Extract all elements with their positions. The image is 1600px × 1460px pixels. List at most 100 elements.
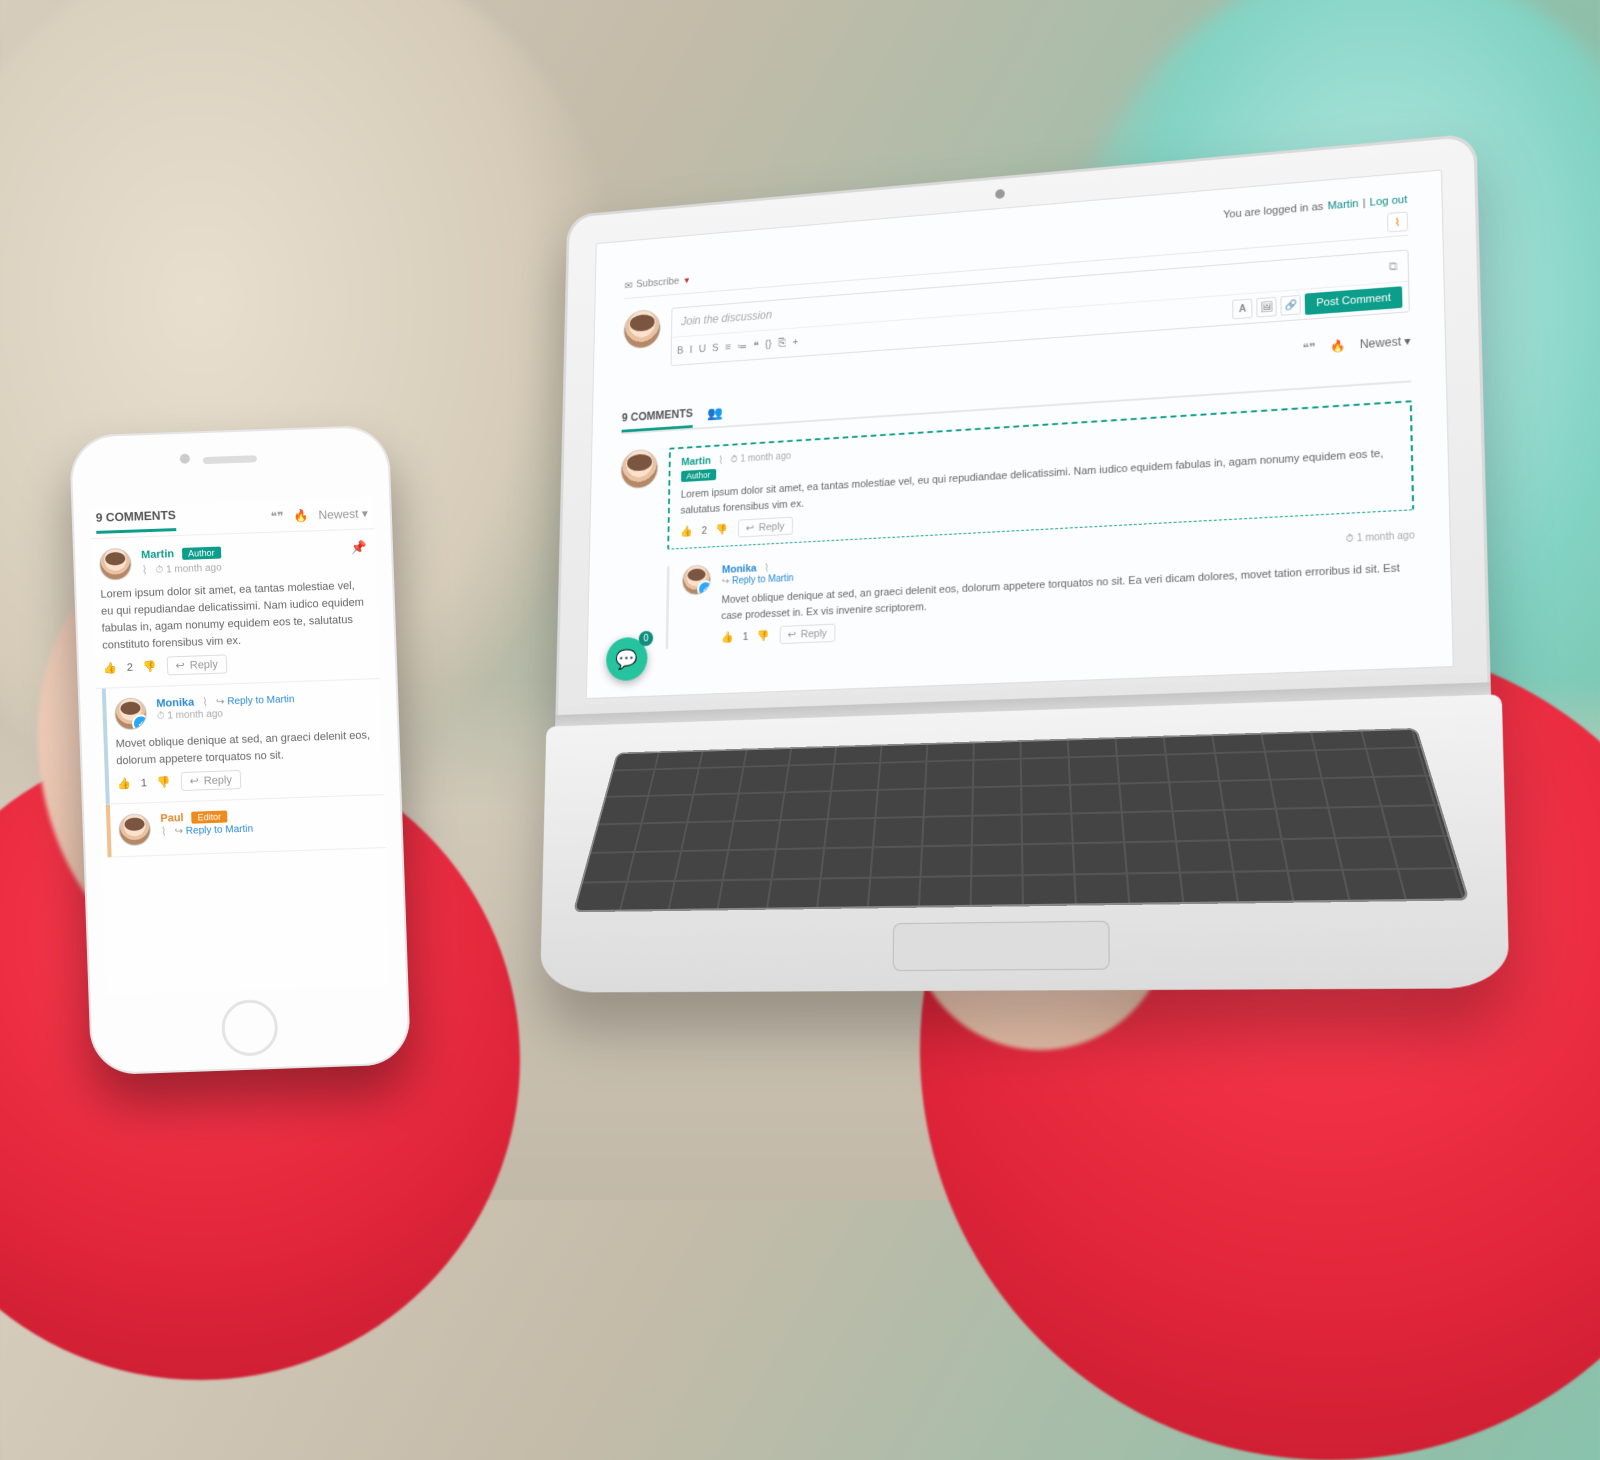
downvote-button[interactable]: 👎: [757, 630, 770, 643]
reply-label: Reply: [204, 774, 233, 787]
laptop-keyboard: [573, 728, 1470, 912]
phone-screen: 9 COMMENTS ❝❞ 🔥 Newest ▾ Martin Author: [89, 497, 390, 995]
sort-hot-icon[interactable]: 🔥: [1330, 339, 1346, 354]
text-size-button[interactable]: 𝐀: [1232, 299, 1252, 320]
editor-badge: Editor: [191, 811, 227, 824]
upvote-button[interactable]: 👍: [103, 661, 117, 674]
upvote-count: 1: [743, 631, 749, 643]
link-button[interactable]: ⎘: [778, 337, 786, 350]
reply-label: Reply: [759, 521, 785, 534]
more-button[interactable]: +: [792, 336, 798, 348]
comment-time: ⏱ 1 month ago: [157, 709, 224, 722]
sort-dropdown[interactable]: Newest ▾: [1360, 334, 1411, 351]
reply-label: Reply: [190, 658, 219, 671]
comment-username[interactable]: Martin: [681, 455, 711, 468]
users-tab-icon[interactable]: 👥: [707, 405, 723, 422]
auth-prefix: You are logged in as: [1223, 201, 1323, 221]
user-feed-icon[interactable]: ⌇: [764, 561, 770, 574]
comment-username[interactable]: Monika: [722, 563, 757, 576]
comment-avatar[interactable]: [118, 813, 151, 846]
sort-dropdown[interactable]: Newest ▾: [318, 506, 368, 522]
downvote-button[interactable]: 👎: [716, 523, 729, 536]
verified-icon: ✓: [697, 580, 711, 596]
reply-button[interactable]: ↩ Reply: [166, 655, 227, 676]
sort-quote-icon[interactable]: ❝❞: [270, 509, 283, 523]
reply-icon: ↩: [189, 775, 199, 788]
comment-time: ⏱ 1 month ago: [731, 451, 791, 465]
phone-device: 9 COMMENTS ❝❞ 🔥 Newest ▾ Martin Author: [69, 425, 411, 1076]
comment-avatar[interactable]: ✓: [114, 697, 147, 730]
user-feed-icon[interactable]: ⌇: [141, 563, 147, 577]
quote-button[interactable]: ❝: [753, 339, 759, 351]
subscribe-toggle[interactable]: ✉ Subscribe ▼: [624, 274, 690, 291]
ul-button[interactable]: ≔: [737, 340, 747, 353]
comment-text: Movet oblique denique at sed, an graeci …: [115, 728, 374, 771]
comment-username[interactable]: Paul: [160, 812, 184, 825]
comments-count: 9: [96, 511, 103, 525]
post-comment-button[interactable]: Post Comment: [1305, 286, 1403, 315]
format-tools: B I U S ≡ ≔ ❝ {} ⎘ +: [677, 336, 798, 357]
reply-button[interactable]: ↩ Reply: [737, 517, 792, 538]
code-button[interactable]: {}: [765, 338, 772, 350]
comments-count-label: COMMENTS: [631, 407, 693, 424]
attach-link-button[interactable]: 🔗: [1281, 295, 1302, 316]
author-badge: Author: [681, 469, 716, 482]
attach-tools: 𝐀 🖼 🔗 Post Comment: [1232, 286, 1402, 320]
upvote-button[interactable]: 👍: [721, 631, 734, 644]
chat-fab[interactable]: 💬 0: [606, 637, 648, 682]
comment-avatar[interactable]: ✓: [682, 564, 711, 595]
underline-button[interactable]: U: [699, 343, 706, 355]
reply-icon: ↩: [175, 659, 185, 672]
reply-to-label: ↪ Reply to Martin: [216, 694, 295, 708]
downvote-button[interactable]: 👎: [157, 776, 171, 789]
bold-button[interactable]: B: [677, 345, 684, 357]
user-feed-icon[interactable]: ⌇: [161, 825, 167, 839]
user-feed-icon[interactable]: ⌇: [718, 454, 723, 467]
current-user-avatar[interactable]: [623, 309, 661, 350]
strike-button[interactable]: S: [712, 342, 719, 354]
laptop-camera: [995, 189, 1004, 199]
ol-button[interactable]: ≡: [725, 341, 731, 353]
auth-sep: |: [1363, 197, 1366, 209]
user-feed-icon[interactable]: ⌇: [202, 695, 208, 709]
reply-button[interactable]: ↩ Reply: [180, 770, 241, 791]
author-badge: Author: [182, 547, 221, 560]
sort-quote-icon[interactable]: ❝❞: [1302, 341, 1315, 356]
comment-header: ✓ Monika ⌇ ↪ Reply to Martin ⏱ 1 month a…: [114, 690, 373, 731]
reply-to-label: ↪ Reply to Martin: [174, 823, 253, 837]
downvote-button[interactable]: 👎: [143, 660, 157, 673]
comment-header: Martin Author 📌 ⌇ ⏱ 1 month ago: [99, 539, 368, 580]
phone-home-button[interactable]: [221, 999, 279, 1057]
laptop-lid: You are logged in as Martin | Log out ✉ …: [555, 133, 1491, 726]
comment-item: Martin Author 📌 ⌇ ⏱ 1 month ago Lorem ip…: [91, 529, 380, 689]
comment-username[interactable]: Monika: [156, 697, 194, 710]
comment-module-desktop: You are logged in as Martin | Log out ✉ …: [586, 169, 1453, 673]
comments-count-tab[interactable]: 9 COMMENTS: [622, 401, 694, 432]
comment-item: ✓ Monika ⌇ ⏱ 1 month ago ↪ Reply to Mart…: [681, 528, 1417, 648]
comment-item-reply: ✓ Monika ⌇ ↪ Reply to Martin ⏱ 1 month a…: [102, 679, 384, 805]
sort-newest-label: Newest: [1360, 335, 1402, 352]
upvote-button[interactable]: 👍: [680, 525, 693, 538]
rss-button[interactable]: ⌇: [1387, 211, 1408, 232]
rss-icon: ⌇: [1395, 215, 1401, 228]
reply-button[interactable]: ↩ Reply: [779, 624, 835, 645]
comment-avatar[interactable]: [620, 448, 658, 489]
comment-actions: 👍 1 👎 ↩ Reply: [117, 766, 376, 794]
comments-count-tab[interactable]: 9 COMMENTS: [96, 508, 177, 534]
phone-front-camera: [180, 454, 190, 464]
comment-avatar[interactable]: [99, 548, 132, 581]
upvote-button[interactable]: 👍: [117, 777, 131, 790]
comment-text: Lorem ipsum dolor sit amet, ea tantas mo…: [100, 577, 370, 654]
insert-image-icon[interactable]: ⧉: [1388, 259, 1397, 274]
laptop-screen: You are logged in as Martin | Log out ✉ …: [586, 169, 1454, 699]
logout-link[interactable]: Log out: [1370, 194, 1408, 209]
sort-hot-icon[interactable]: 🔥: [293, 508, 308, 523]
italic-button[interactable]: I: [690, 344, 693, 356]
comment-placeholder: Join the discussion: [681, 308, 772, 329]
auth-user-link[interactable]: Martin: [1327, 198, 1358, 212]
reply-label: Reply: [801, 628, 827, 641]
verified-icon: ✓: [132, 714, 148, 730]
comment-username[interactable]: Martin: [141, 548, 174, 561]
chat-icon: 💬: [615, 647, 638, 671]
attach-image-button[interactable]: 🖼: [1256, 297, 1276, 318]
